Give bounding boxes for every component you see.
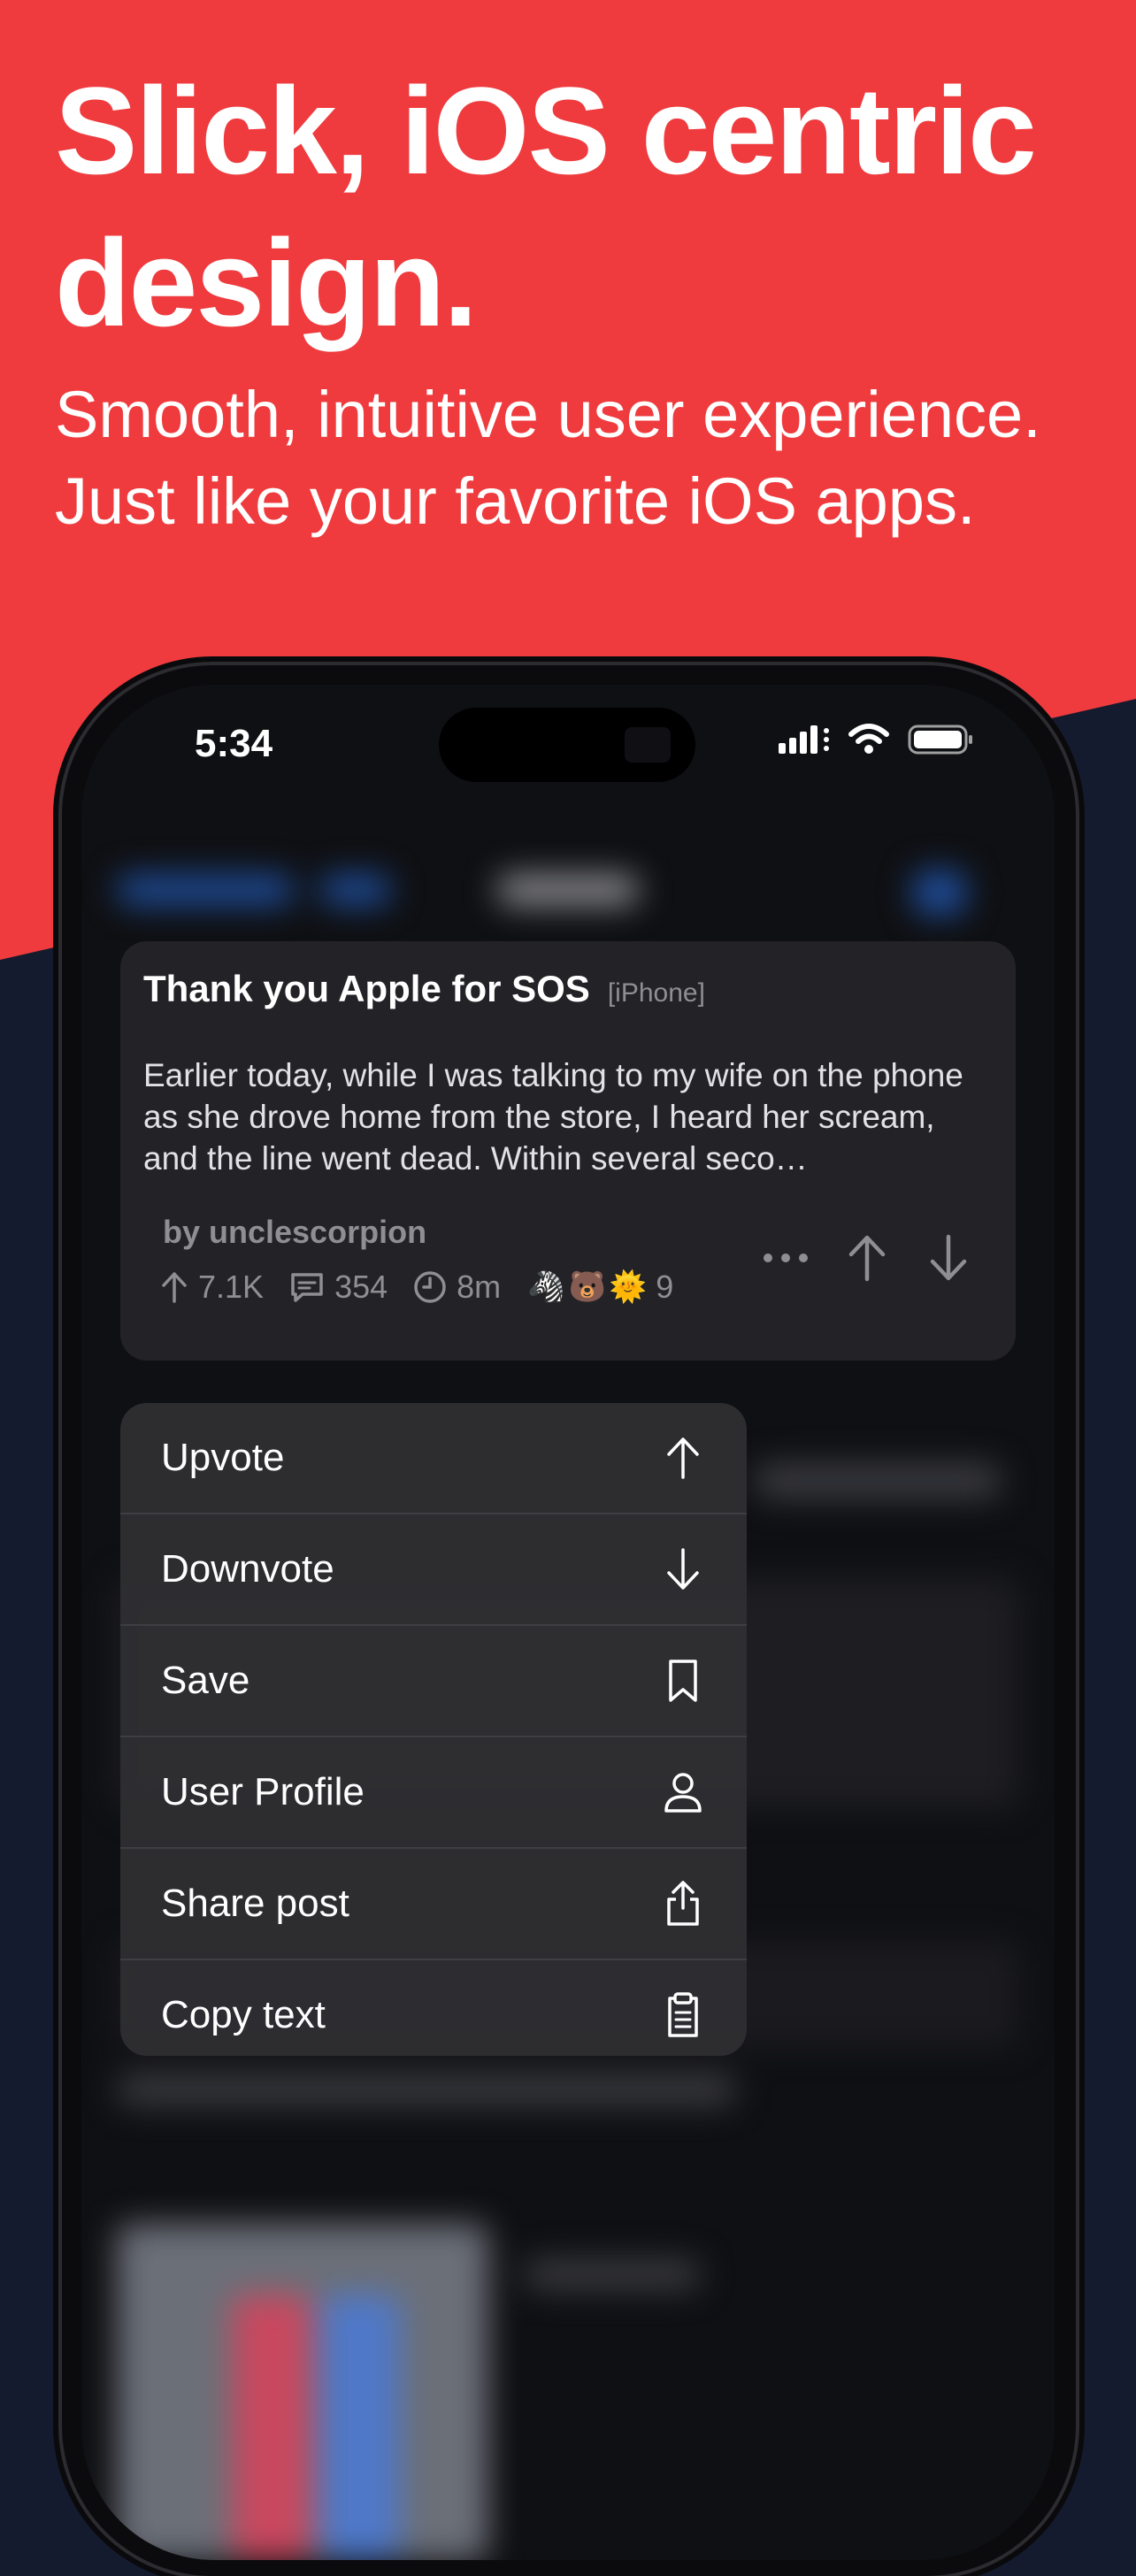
menu-item-label: Share post [161, 1882, 349, 1925]
award-icon: 🦓 [527, 1270, 565, 1304]
menu-item-label: User Profile [161, 1770, 365, 1813]
post-card[interactable]: Thank you Apple for SOS [iPhone] Earlier… [120, 941, 1016, 1361]
upvote-count-label: 7.1K [198, 1269, 265, 1305]
arrow-up-icon [660, 1435, 706, 1481]
more-options-icon[interactable] [761, 1233, 810, 1283]
wifi-icon [848, 724, 890, 760]
menu-item-share-post[interactable]: Share post [120, 1849, 747, 1960]
post-meta: 7.1K 354 8m 🦓 🐻 🌞 9 [159, 1269, 673, 1306]
promo-subline: Smooth, intuitive user experience. Just … [55, 372, 1117, 545]
status-icons [779, 724, 975, 760]
comment-count: 354 [288, 1269, 388, 1306]
comment-icon [291, 1273, 323, 1302]
post-flair: [iPhone] [607, 978, 705, 1008]
camera-icon [625, 727, 671, 763]
signal-icon [779, 724, 830, 760]
promo-subline-line2: Just like your favorite iOS apps. [55, 464, 976, 538]
arrow-down-icon [660, 1546, 706, 1592]
dynamic-island [439, 708, 695, 782]
post-title-row: Thank you Apple for SOS [iPhone] [143, 968, 705, 1010]
post-body: Earlier today, while I was talking to my… [143, 1057, 963, 1177]
share-icon [660, 1881, 706, 1927]
battery-icon [908, 724, 975, 760]
phone-screen: 5:34 Thank you Apple for SOS [iPhone] Ea… [81, 685, 1055, 2560]
menu-item-downvote[interactable]: Downvote [120, 1514, 747, 1626]
award-icon: 🐻 [568, 1270, 606, 1304]
upvote-button[interactable] [842, 1233, 892, 1283]
clock-icon [414, 1271, 446, 1303]
post-author[interactable]: by unclescorpion [163, 1214, 426, 1251]
upvote-count: 7.1K [159, 1269, 264, 1306]
menu-item-copy-text[interactable]: Copy text [120, 1960, 747, 2056]
bookmark-icon [660, 1658, 706, 1704]
menu-item-label: Upvote [161, 1436, 285, 1479]
menu-item-label: Downvote [161, 1547, 334, 1591]
arrow-up-icon [162, 1272, 187, 1303]
clipboard-icon [660, 1992, 706, 2038]
menu-item-label: Copy text [161, 1993, 326, 2036]
award-icon: 🌞 [609, 1270, 648, 1304]
menu-item-label: Save [161, 1659, 250, 1702]
post-age: 8m [412, 1269, 501, 1306]
menu-item-save[interactable]: Save [120, 1626, 747, 1737]
menu-item-user-profile[interactable]: User Profile [120, 1737, 747, 1849]
menu-item-upvote[interactable]: Upvote [120, 1403, 747, 1514]
status-time: 5:34 [195, 722, 273, 765]
promo-headline: Slick, iOS centric design. [55, 61, 1037, 352]
award-count: 9 [656, 1269, 674, 1305]
downvote-button[interactable] [924, 1233, 973, 1283]
promo-subline-line1: Smooth, intuitive user experience. [55, 378, 1041, 451]
post-title: Thank you Apple for SOS [143, 968, 590, 1009]
awards: 🦓 🐻 🌞 9 [527, 1269, 673, 1306]
person-icon [660, 1769, 706, 1815]
arrow-down-icon [930, 1234, 967, 1281]
arrow-up-icon [848, 1235, 886, 1282]
post-actions [761, 1233, 973, 1283]
context-menu: Upvote Downvote Save User Profile Share … [120, 1403, 747, 2056]
post-age-label: 8m [457, 1269, 502, 1305]
comment-count-label: 354 [334, 1269, 388, 1305]
phone-frame: 5:34 Thank you Apple for SOS [iPhone] Ea… [62, 665, 1076, 2576]
